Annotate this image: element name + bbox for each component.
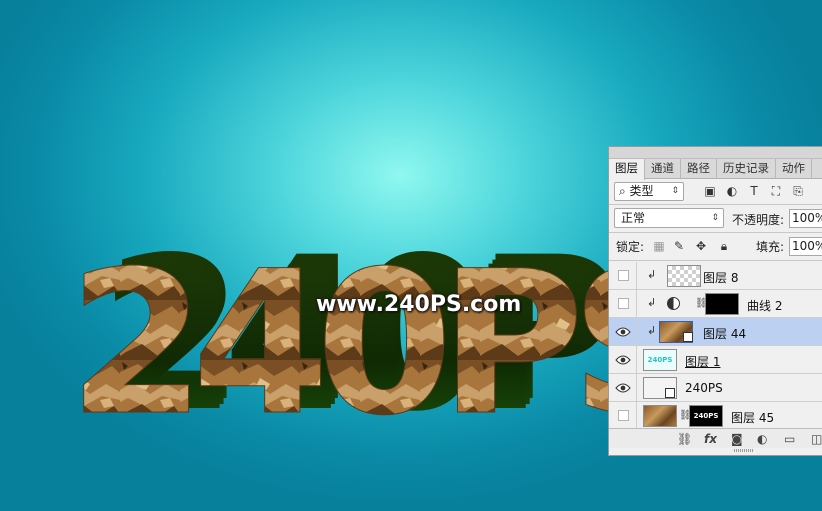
layer-name: 曲线 2 — [747, 299, 783, 313]
search-icon: ⌕ — [619, 184, 630, 198]
tab-channels[interactable]: 通道 — [645, 159, 681, 178]
clip-arrow-icon: ↲ — [647, 324, 657, 337]
mask-thumbnail — [705, 293, 739, 315]
layer-row[interactable]: ↲ 图层 8 — [609, 262, 822, 290]
link-layers-icon[interactable]: ⛓ — [677, 432, 692, 446]
adjustment-filter-icon[interactable]: ◐ — [725, 184, 739, 198]
resize-grip[interactable] — [734, 449, 754, 452]
layer-name: 图层 44 — [703, 327, 747, 341]
new-adjustment-icon[interactable]: ◐ — [757, 432, 767, 446]
fill-label: 填充: — [756, 240, 785, 254]
layer-row-selected[interactable]: ↲ 图层 44 — [609, 318, 822, 346]
layer-name: 240PS — [685, 381, 723, 395]
hidden-box-icon — [618, 410, 629, 421]
blend-row: 正常 ⇕ 不透明度: 100% — [609, 206, 822, 231]
layer-row[interactable]: ↲ ⛓ 曲线 2 — [609, 290, 822, 318]
layer-row[interactable]: ⛓ 240PS 图层 45 — [609, 402, 822, 430]
eye-icon — [615, 327, 631, 337]
watermark-text: www.240PS.com — [316, 292, 522, 317]
hidden-box-icon — [618, 298, 629, 309]
smart-object-filter-icon[interactable]: ⎘ — [791, 184, 805, 198]
eye-icon — [615, 355, 631, 365]
smart-object-badge-icon — [683, 332, 693, 342]
opacity-input[interactable]: 100% — [789, 209, 822, 228]
chevron-updown-icon: ⇕ — [671, 186, 679, 196]
new-layer-icon[interactable]: ◫ — [811, 432, 822, 446]
lock-brush-icon[interactable]: ✎ — [672, 239, 686, 253]
eye-icon — [615, 383, 631, 393]
visibility-toggle[interactable] — [609, 262, 637, 290]
tab-actions[interactable]: 动作 — [776, 159, 812, 178]
filter-row: ⌕ 类型 ⇕ ▣ ◐ T ⛶ ⎘ — [609, 180, 822, 204]
visibility-toggle[interactable] — [609, 318, 637, 346]
divider — [609, 260, 822, 261]
lock-all-icon[interactable]: 🔒︎ — [717, 239, 731, 253]
blend-mode-value: 正常 — [621, 211, 646, 225]
layer-filter-select[interactable]: ⌕ 类型 ⇕ — [614, 182, 684, 201]
blend-mode-select[interactable]: 正常 ⇕ — [614, 208, 724, 228]
smart-object-badge-icon — [665, 388, 675, 398]
layer-thumbnail: 240PS — [643, 349, 677, 371]
lock-transparent-icon[interactable]: ▦ — [652, 239, 666, 253]
visibility-toggle[interactable] — [609, 402, 637, 430]
curves-adjustment-icon — [667, 297, 680, 310]
layers-panel: 图层 通道 路径 历史记录 动作 ⌕ 类型 ⇕ ▣ ◐ T ⛶ ⎘ 正常 ⇕ 不… — [608, 146, 822, 456]
rock-text-face: 240PS — [68, 228, 699, 459]
shape-filter-icon[interactable]: ⛶ — [769, 184, 783, 198]
image-filter-icon[interactable]: ▣ — [703, 184, 717, 198]
visibility-toggle[interactable] — [609, 346, 637, 374]
divider — [609, 204, 822, 205]
layer-row[interactable]: 240PS 图层 1 — [609, 346, 822, 374]
mask-thumbnail: 240PS — [689, 405, 723, 427]
hidden-box-icon — [618, 270, 629, 281]
layer-name: 图层 45 — [731, 411, 775, 425]
layer-thumbnail — [643, 405, 677, 427]
fill-input[interactable]: 100% — [789, 237, 822, 256]
tab-layers[interactable]: 图层 — [609, 159, 645, 180]
clip-arrow-icon: ↲ — [647, 296, 657, 309]
chevron-updown-icon: ⇕ — [711, 213, 719, 223]
tab-paths[interactable]: 路径 — [681, 159, 717, 178]
lock-row: 锁定: ▦ ✎ ✥ 🔒︎ 填充: 100% — [609, 234, 822, 258]
fx-icon[interactable]: fx — [704, 432, 717, 446]
lock-move-icon[interactable]: ✥ — [694, 239, 708, 253]
layer-name: 图层 8 — [703, 271, 739, 285]
type-filter-icon[interactable]: T — [747, 184, 761, 198]
divider — [609, 232, 822, 233]
panel-tabs: 图层 通道 路径 历史记录 动作 — [609, 159, 822, 180]
filter-label: 类型 — [629, 184, 654, 198]
lock-label: 锁定: — [616, 240, 645, 254]
new-group-icon[interactable]: ▭ — [784, 432, 795, 446]
panel-footer: ⛓ fx ◙ ◐ ▭ ◫ — [609, 428, 822, 448]
opacity-label: 不透明度: — [732, 213, 785, 227]
clip-arrow-icon: ↲ — [647, 268, 657, 281]
visibility-toggle[interactable] — [609, 290, 637, 318]
visibility-toggle[interactable] — [609, 374, 637, 402]
layer-name: 图层 1 — [685, 355, 721, 369]
panel-header-bar[interactable] — [609, 147, 822, 159]
layer-row[interactable]: 240PS — [609, 374, 822, 402]
layer-thumbnail — [667, 265, 701, 287]
add-mask-icon[interactable]: ◙ — [731, 432, 743, 446]
tab-history[interactable]: 历史记录 — [717, 159, 776, 178]
